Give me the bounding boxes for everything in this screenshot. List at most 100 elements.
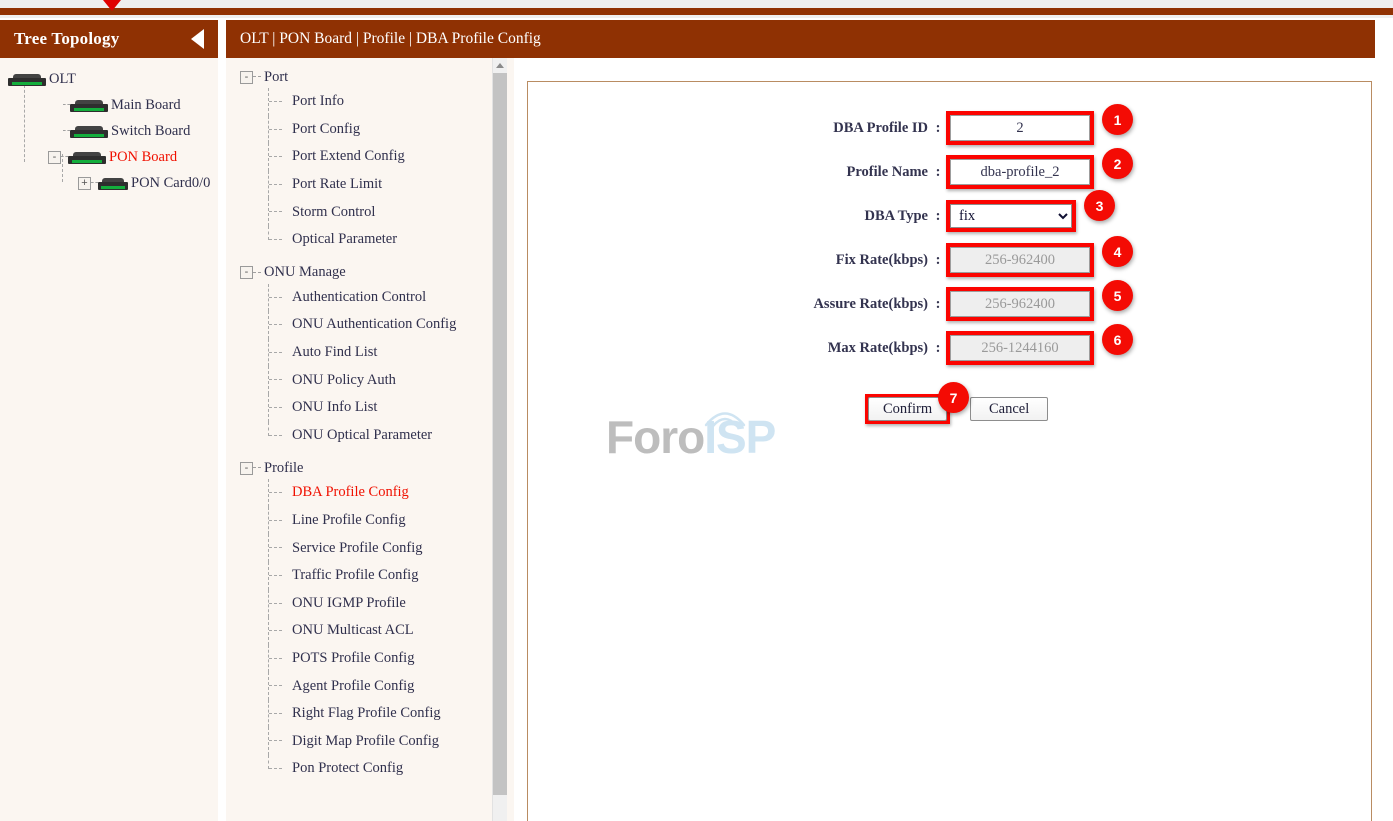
tree-connector-branch <box>268 617 290 645</box>
collapse-toggle-icon[interactable]: - <box>240 462 253 475</box>
top-strip-bar <box>0 8 1393 15</box>
tree-connector-branch <box>268 366 290 394</box>
tree-connector-branch <box>268 507 290 535</box>
nav-item-label: Agent Profile Config <box>292 678 414 695</box>
nav-group-profile[interactable]: -Profile <box>226 457 497 479</box>
form-label: Profile Name <box>528 164 930 181</box>
red-triangle-down-icon <box>103 0 121 11</box>
nav-item-digit-map-profile-config[interactable]: Digit Map Profile Config <box>226 727 497 755</box>
triangle-up-icon[interactable] <box>493 58 507 72</box>
tree-connector-branch <box>268 284 290 312</box>
step-marker-7: 7 <box>938 382 969 413</box>
nav-item-dba-profile-config[interactable]: DBA Profile Config <box>226 479 497 507</box>
tree-connector-branch <box>268 534 290 562</box>
collapse-toggle-icon[interactable]: - <box>240 71 253 84</box>
navigation-scrollbar[interactable] <box>492 58 507 821</box>
tree-node-switch-board[interactable]: Switch Board <box>48 118 190 144</box>
field-highlight <box>946 287 1094 321</box>
tree-connector-branch <box>268 645 290 673</box>
collapse-toggle-icon[interactable]: - <box>240 266 253 279</box>
field-highlight <box>946 155 1094 189</box>
nav-item-label: Auto Find List <box>292 344 377 361</box>
nav-item-label: Service Profile Config <box>292 540 422 557</box>
tree-node-olt[interactable]: OLT <box>8 66 76 92</box>
nav-item-authentication-control[interactable]: Authentication Control <box>226 284 497 312</box>
tree-connector-branch <box>268 479 290 507</box>
nav-group-label: ONU Manage <box>264 264 346 281</box>
nav-group-label: Port <box>264 69 288 86</box>
fix-rate-kbps-input[interactable] <box>950 247 1090 273</box>
nav-group-onu-manage[interactable]: -ONU Manage <box>226 262 497 284</box>
nav-item-storm-control[interactable]: Storm Control <box>226 198 497 226</box>
form-label: Fix Rate(kbps) <box>528 252 930 269</box>
nav-item-port-info[interactable]: Port Info <box>226 88 497 116</box>
tree-node-pon-card0-0[interactable]: +PON Card0/0 <box>78 170 210 196</box>
collapse-toggle-icon[interactable]: - <box>48 151 61 164</box>
step-marker-2: 2 <box>1102 148 1133 179</box>
step-marker-5: 5 <box>1102 280 1133 311</box>
max-rate-kbps-input[interactable] <box>950 335 1090 361</box>
tree-node-label: PON Board <box>109 149 177 166</box>
tree-node-pon-board[interactable]: - PON Board <box>48 144 177 170</box>
field-highlight: fix <box>946 200 1076 232</box>
breadcrumb-text: OLT | PON Board | Profile | DBA Profile … <box>240 30 541 48</box>
triangle-left-icon[interactable] <box>191 29 204 49</box>
nav-item-port-extend-config[interactable]: Port Extend Config <box>226 143 497 171</box>
step-marker-1: 1 <box>1102 104 1133 135</box>
tree-connector-line <box>24 80 25 162</box>
nav-item-onu-info-list[interactable]: ONU Info List <box>226 394 497 422</box>
nav-item-label: Port Extend Config <box>292 148 405 165</box>
nav-item-pots-profile-config[interactable]: POTS Profile Config <box>226 645 497 673</box>
tree-connector-branch <box>268 700 290 728</box>
nav-item-onu-optical-parameter[interactable]: ONU Optical Parameter <box>226 422 497 450</box>
nav-item-onu-multicast-acl[interactable]: ONU Multicast ACL <box>226 617 497 645</box>
tree-node-label: Main Board <box>111 97 181 114</box>
form-button-row: Confirm Cancel 7 <box>528 388 1372 428</box>
nav-item-pon-protect-config[interactable]: Pon Protect Config <box>226 755 497 783</box>
nav-item-port-rate-limit[interactable]: Port Rate Limit <box>226 171 497 199</box>
nav-item-agent-profile-config[interactable]: Agent Profile Config <box>226 672 497 700</box>
nav-item-label: Port Config <box>292 121 360 138</box>
form-row-dba-type: DBA Type:fix3 <box>528 194 1372 238</box>
assure-rate-kbps-input[interactable] <box>950 291 1090 317</box>
nav-item-onu-policy-auth[interactable]: ONU Policy Auth <box>226 366 497 394</box>
tree-connector-branch <box>268 562 290 590</box>
nav-item-traffic-profile-config[interactable]: Traffic Profile Config <box>226 562 497 590</box>
nav-item-label: Right Flag Profile Config <box>292 705 441 722</box>
nav-group-label: Profile <box>264 460 303 477</box>
nav-item-onu-authentication-config[interactable]: ONU Authentication Config <box>226 311 497 339</box>
tree-connector-dash <box>253 272 261 274</box>
confirm-button[interactable]: Confirm <box>868 397 947 421</box>
nav-item-label: ONU Info List <box>292 399 377 416</box>
tree-topology-panel: OLT Main Board Switch Board - PON Board +PON … <box>0 58 218 821</box>
nav-item-label: Port Rate Limit <box>292 176 382 193</box>
nav-item-label: Authentication Control <box>292 289 426 306</box>
profile-name-input[interactable] <box>950 159 1090 185</box>
tree-node-main-board[interactable]: Main Board <box>48 92 181 118</box>
scrollbar-thumb[interactable] <box>493 73 507 795</box>
tree-connector-branch <box>268 672 290 700</box>
nav-group-port[interactable]: -Port <box>226 66 497 88</box>
form-label-colon: : <box>930 296 946 313</box>
dba-type-select[interactable]: fix <box>950 204 1072 228</box>
nav-item-service-profile-config[interactable]: Service Profile Config <box>226 534 497 562</box>
nav-item-line-profile-config[interactable]: Line Profile Config <box>226 507 497 535</box>
nav-item-auto-find-list[interactable]: Auto Find List <box>226 339 497 367</box>
nav-item-optical-parameter[interactable]: Optical Parameter <box>226 226 497 254</box>
nav-item-label: POTS Profile Config <box>292 650 414 667</box>
tree-connector-dash <box>253 467 261 469</box>
navigation-scroll-area: -PortPort InfoPort ConfigPort Extend Con… <box>226 58 497 821</box>
tree-connector-branch <box>268 143 290 171</box>
cancel-button[interactable]: Cancel <box>970 397 1048 421</box>
expand-toggle-icon[interactable]: + <box>78 177 91 190</box>
nav-item-label: Line Profile Config <box>292 512 406 529</box>
nav-item-right-flag-profile-config[interactable]: Right Flag Profile Config <box>226 700 497 728</box>
tree-connector-dash <box>91 182 98 184</box>
step-marker-3: 3 <box>1084 190 1115 221</box>
form-row-profile-name: Profile Name:2 <box>528 150 1372 194</box>
tree-connector-branch <box>268 727 290 755</box>
form-row-assure-rate-kbps-: Assure Rate(kbps):5 <box>528 282 1372 326</box>
nav-item-onu-igmp-profile[interactable]: ONU IGMP Profile <box>226 590 497 618</box>
nav-item-port-config[interactable]: Port Config <box>226 116 497 144</box>
dba-profile-id-input[interactable] <box>950 115 1090 141</box>
